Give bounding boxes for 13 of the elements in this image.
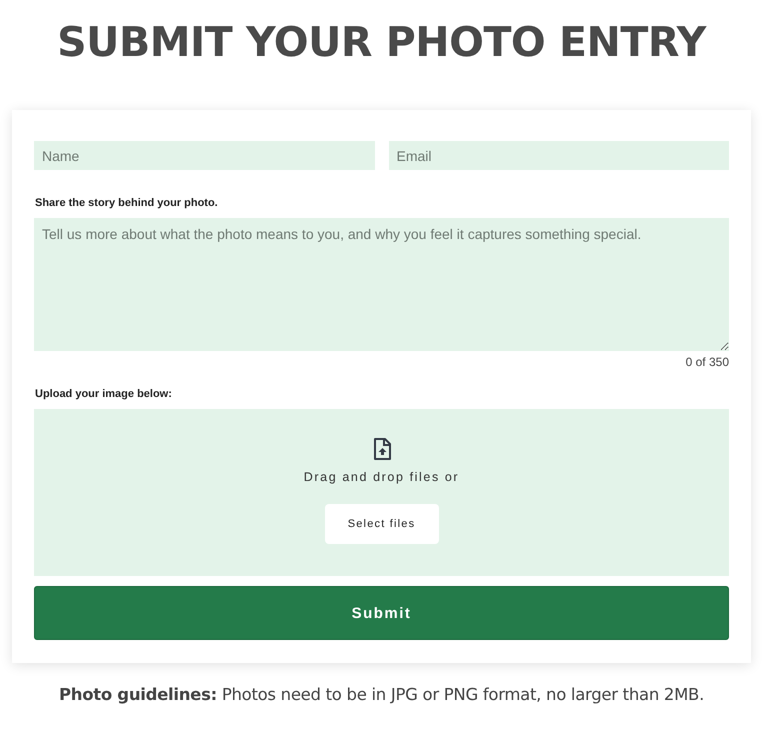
drop-zone[interactable]: Drag and drop files or Select files	[34, 409, 729, 576]
page-title: SUBMIT YOUR PHOTO ENTRY	[56, 17, 708, 68]
field-label: Upload your image below:	[35, 388, 173, 400]
field-label: Share the story behind your photo.	[35, 197, 219, 209]
text-field[interactable]: Email	[388, 141, 729, 170]
select-files-button[interactable]: Select files	[324, 504, 438, 544]
text-field[interactable]: Name	[34, 141, 374, 170]
drop-prompt: Drag and drop files or	[304, 470, 460, 484]
guidelines-text: Photo guidelines: Photos need to be in JPG or PNG format, no larger than 2MB.	[58, 685, 706, 704]
character-counter: 0 of 350	[684, 355, 729, 369]
file-upload-icon	[372, 438, 390, 460]
submit-button[interactable]: Submit	[34, 586, 729, 640]
story-field[interactable]: Tell us more about what the photo means to you, and why you feel it captures something special.	[34, 218, 729, 351]
